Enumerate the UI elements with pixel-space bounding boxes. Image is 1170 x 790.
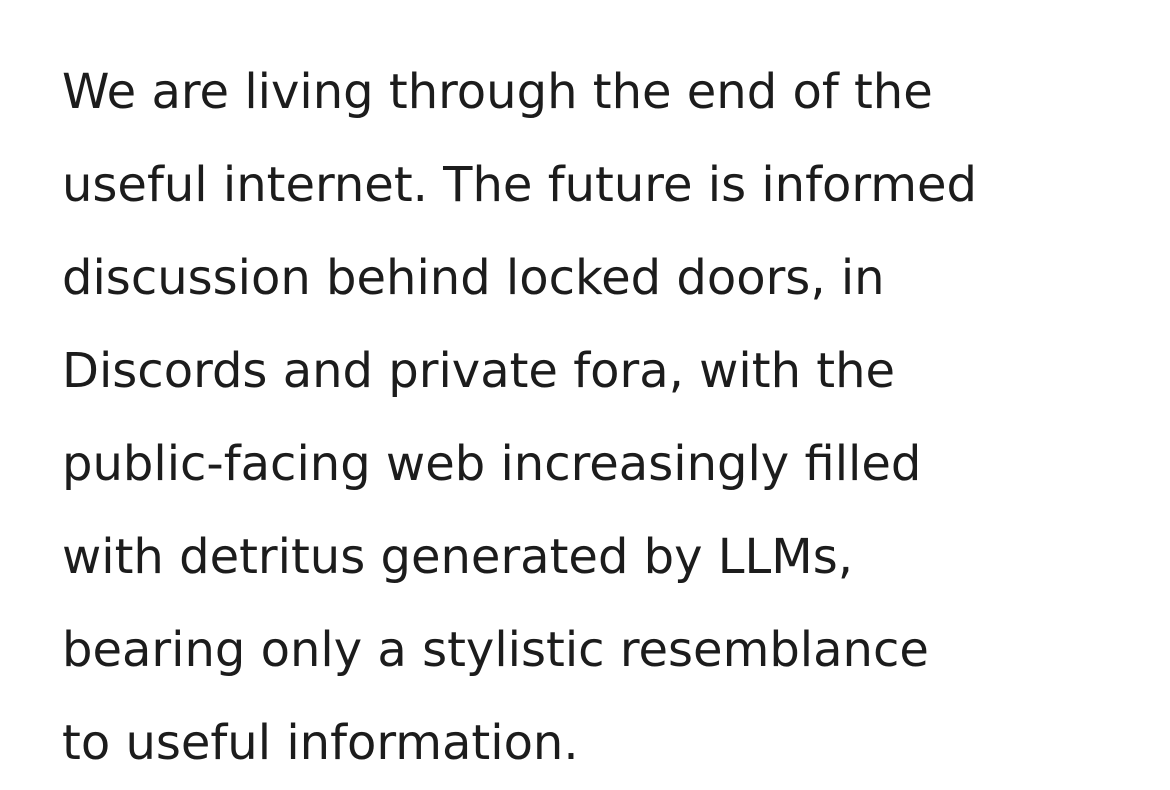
paragraph-line: We are living through the end of the xyxy=(62,64,933,120)
paragraph-line: with detritus generated by LLMs, xyxy=(62,529,853,585)
article-body: We are living through the end of the use… xyxy=(62,46,1152,790)
paragraph-line: to useful information. xyxy=(62,715,579,771)
paragraph-line: Discords and private fora, with the xyxy=(62,343,896,399)
paragraph-line: useful internet. The future is informed xyxy=(62,157,977,213)
paragraph-line: discussion behind locked doors, in xyxy=(62,250,885,306)
paragraph-line: public-facing web increasingly filled xyxy=(62,436,922,492)
paragraph-line: bearing only a stylistic resemblance xyxy=(62,622,929,678)
paragraph: We are living through the end of the use… xyxy=(62,46,1152,790)
